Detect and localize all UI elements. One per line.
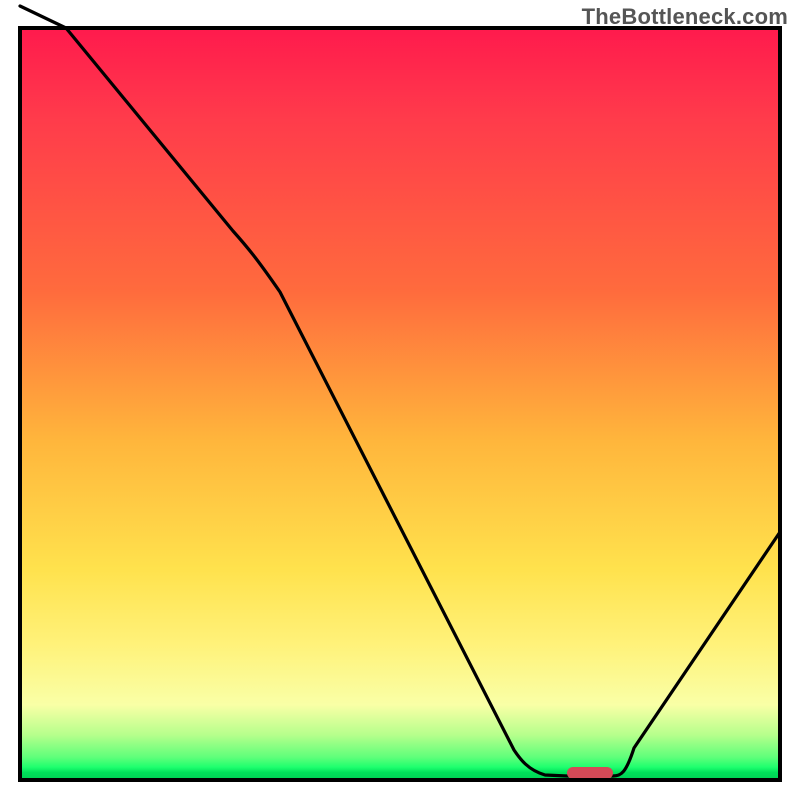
chart-container: TheBottleneck.com	[0, 0, 800, 800]
optimal-range-marker	[567, 767, 613, 779]
bottleneck-curve	[20, 6, 780, 776]
chart-plot-area	[20, 28, 780, 780]
watermark-text: TheBottleneck.com	[582, 4, 788, 30]
chart-svg	[20, 28, 780, 780]
